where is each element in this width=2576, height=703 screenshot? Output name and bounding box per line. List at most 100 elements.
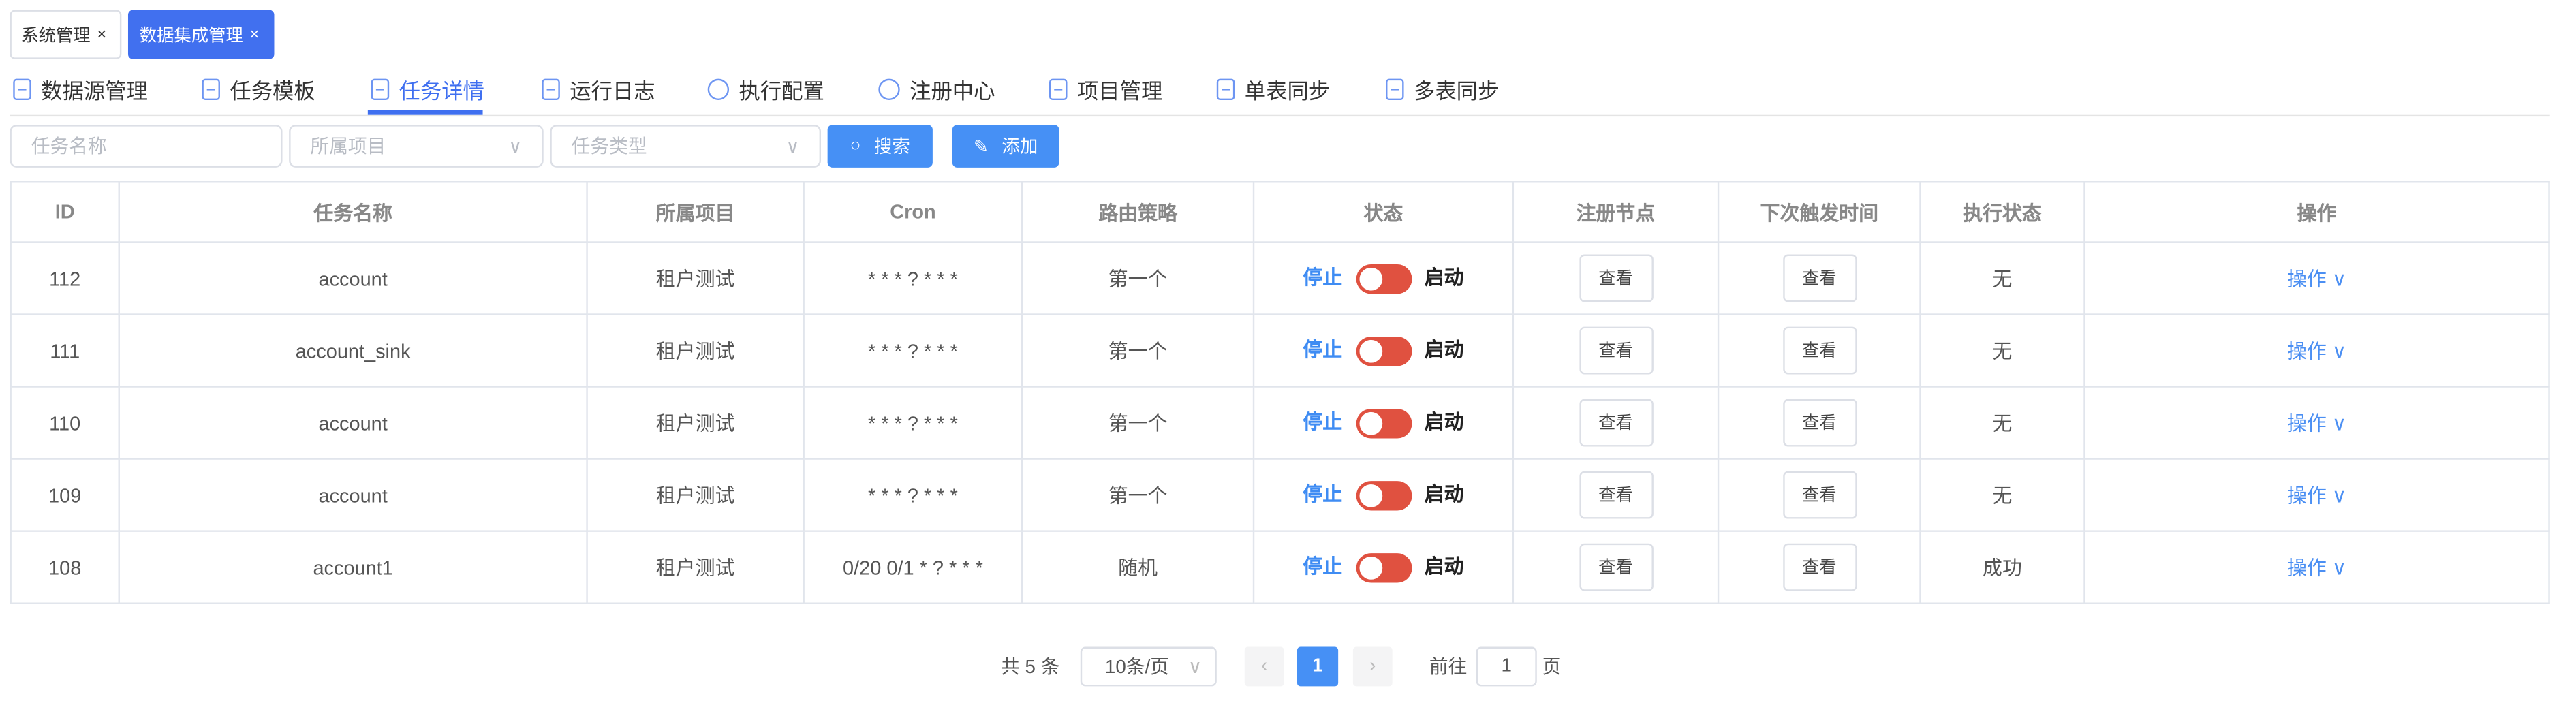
actions-cell: 操作 ∨: [2084, 315, 2549, 387]
stop-label: 停止: [1303, 266, 1342, 290]
route-cell: 第一个: [1022, 387, 1254, 459]
actions-dropdown[interactable]: 操作 ∨: [2287, 268, 2346, 291]
actions-cell: 操作 ∨: [2084, 242, 2549, 314]
task-type-select[interactable]: 任务类型∨: [550, 125, 821, 168]
actions-dropdown[interactable]: 操作 ∨: [2287, 412, 2346, 435]
active-tab-indicator: [368, 110, 483, 114]
table-row: 108 account1 租户测试 0/20 0/1 * ? * * * 随机 …: [11, 531, 2549, 604]
actions-dropdown[interactable]: 操作 ∨: [2287, 340, 2346, 363]
exec-status-cell: 无: [1920, 242, 2084, 314]
stop-label: 停止: [1303, 339, 1342, 362]
start-label: 启动: [1425, 266, 1464, 290]
view-next-trigger-button[interactable]: 查看: [1782, 399, 1856, 447]
view-next-trigger-button[interactable]: 查看: [1782, 544, 1856, 591]
tab-2[interactable]: 任务详情: [371, 72, 484, 105]
chevron-down-icon: ∨: [2332, 557, 2346, 580]
status-cell: 停止启动: [1254, 387, 1513, 459]
stop-label: 停止: [1303, 411, 1342, 434]
tab-5[interactable]: 注册中心: [878, 72, 995, 105]
close-icon[interactable]: ×: [249, 25, 259, 44]
actions-label: 操作: [2287, 412, 2327, 435]
view-node-button[interactable]: 查看: [1579, 255, 1652, 302]
tab-7[interactable]: 单表同步: [1217, 72, 1330, 105]
table-row: 110 account 租户测试 * * * ? * * * 第一个 停止启动 …: [11, 387, 2549, 459]
tab-4[interactable]: 执行配置: [708, 72, 824, 105]
view-node-button[interactable]: 查看: [1579, 544, 1652, 591]
tab-6[interactable]: 项目管理: [1049, 72, 1162, 105]
exec-status-cell: 无: [1920, 315, 2084, 387]
tab-label: 任务详情: [399, 73, 484, 104]
goto-page-input[interactable]: 1: [1476, 647, 1537, 687]
view-node-button[interactable]: 查看: [1579, 399, 1652, 447]
status-toggle[interactable]: [1355, 409, 1411, 438]
chevron-down-icon: ∨: [786, 135, 799, 158]
total-count: 共 5 条: [993, 647, 1067, 687]
next-trigger-cell: 查看: [1718, 459, 1920, 531]
view-node-button[interactable]: 查看: [1579, 327, 1652, 375]
name-cell: account_sink: [119, 315, 587, 387]
tab-label: 运行日志: [570, 73, 655, 104]
column-header: 路由策略: [1022, 181, 1254, 242]
page-size-select[interactable]: 10条/页∨: [1081, 647, 1217, 687]
chevron-right-icon: ›: [1369, 657, 1376, 676]
name-cell: account: [119, 387, 587, 459]
cron-cell: * * * ? * * *: [804, 242, 1023, 314]
tab-label: 数据源管理: [41, 73, 148, 104]
cron-cell: * * * ? * * *: [804, 315, 1023, 387]
placeholder: 任务名称: [31, 133, 107, 159]
tab-8[interactable]: 多表同步: [1386, 72, 1499, 105]
status-toggle[interactable]: [1355, 264, 1411, 294]
id-cell: 110: [11, 387, 119, 459]
status-toggle[interactable]: [1355, 337, 1411, 366]
top-tab-data-integration[interactable]: 数据集成管理×: [128, 10, 274, 59]
actions-dropdown[interactable]: 操作 ∨: [2287, 557, 2346, 580]
status-toggle[interactable]: [1355, 553, 1411, 582]
view-next-trigger-button[interactable]: 查看: [1782, 471, 1856, 519]
status-cell: 停止 启动: [1254, 242, 1513, 314]
view-next-trigger-button[interactable]: 查看: [1782, 255, 1856, 302]
actions-cell: 操作 ∨: [2084, 459, 2549, 531]
tab-label: 项目管理: [1077, 73, 1162, 104]
exec-status-cell: 成功: [1920, 531, 2084, 604]
start-label: 启动: [1425, 555, 1464, 578]
next-page-button[interactable]: ›: [1353, 647, 1393, 687]
start-label: 启动: [1425, 339, 1464, 362]
actions-cell: 操作 ∨: [2084, 387, 2549, 459]
chevron-left-icon: ‹: [1261, 657, 1267, 676]
chevron-down-icon: ∨: [2332, 340, 2346, 363]
chevron-down-icon: ∨: [508, 135, 522, 158]
board-icon: [1049, 78, 1068, 99]
view-next-trigger-button[interactable]: 查看: [1782, 327, 1856, 375]
next-trigger-cell: 查看: [1718, 315, 1920, 387]
chevron-down-icon: ∨: [1188, 655, 1202, 678]
column-header: Cron: [804, 181, 1023, 242]
top-tab-system[interactable]: 系统管理×: [10, 10, 121, 59]
chevron-down-icon: ∨: [2332, 484, 2346, 507]
cron-cell: 0/20 0/1 * ? * * *: [804, 531, 1023, 604]
add-button[interactable]: ✎添加: [952, 125, 1059, 168]
name-cell: account: [119, 459, 587, 531]
exec-status-cell: 无: [1920, 387, 2084, 459]
tab-3[interactable]: 运行日志: [542, 72, 655, 105]
status-cell: 停止启动: [1254, 531, 1513, 604]
status-cell: 停止 启动: [1254, 315, 1513, 387]
actions-dropdown[interactable]: 操作 ∨: [2287, 484, 2346, 507]
route-cell: 第一个: [1022, 315, 1254, 387]
tab-1[interactable]: 任务模板: [202, 72, 315, 105]
view-node-button[interactable]: 查看: [1579, 471, 1652, 519]
close-icon[interactable]: ×: [97, 25, 106, 44]
next-trigger-cell: 查看: [1718, 242, 1920, 314]
project-select[interactable]: 所属项目∨: [289, 125, 544, 168]
next-trigger-cell: 查看: [1718, 387, 1920, 459]
task-name-input[interactable]: 任务名称: [10, 125, 282, 168]
id-cell: 109: [11, 459, 119, 531]
status-toggle[interactable]: [1355, 481, 1411, 510]
id-cell: 112: [11, 242, 119, 314]
nav-divider: [10, 115, 2549, 116]
search-button[interactable]: ○搜索: [828, 125, 933, 168]
tab-0[interactable]: 数据源管理: [13, 72, 148, 105]
page-1-button[interactable]: 1: [1297, 647, 1338, 687]
column-header: 所属项目: [587, 181, 804, 242]
prev-page-button[interactable]: ‹: [1245, 647, 1284, 687]
id-cell: 108: [11, 531, 119, 604]
